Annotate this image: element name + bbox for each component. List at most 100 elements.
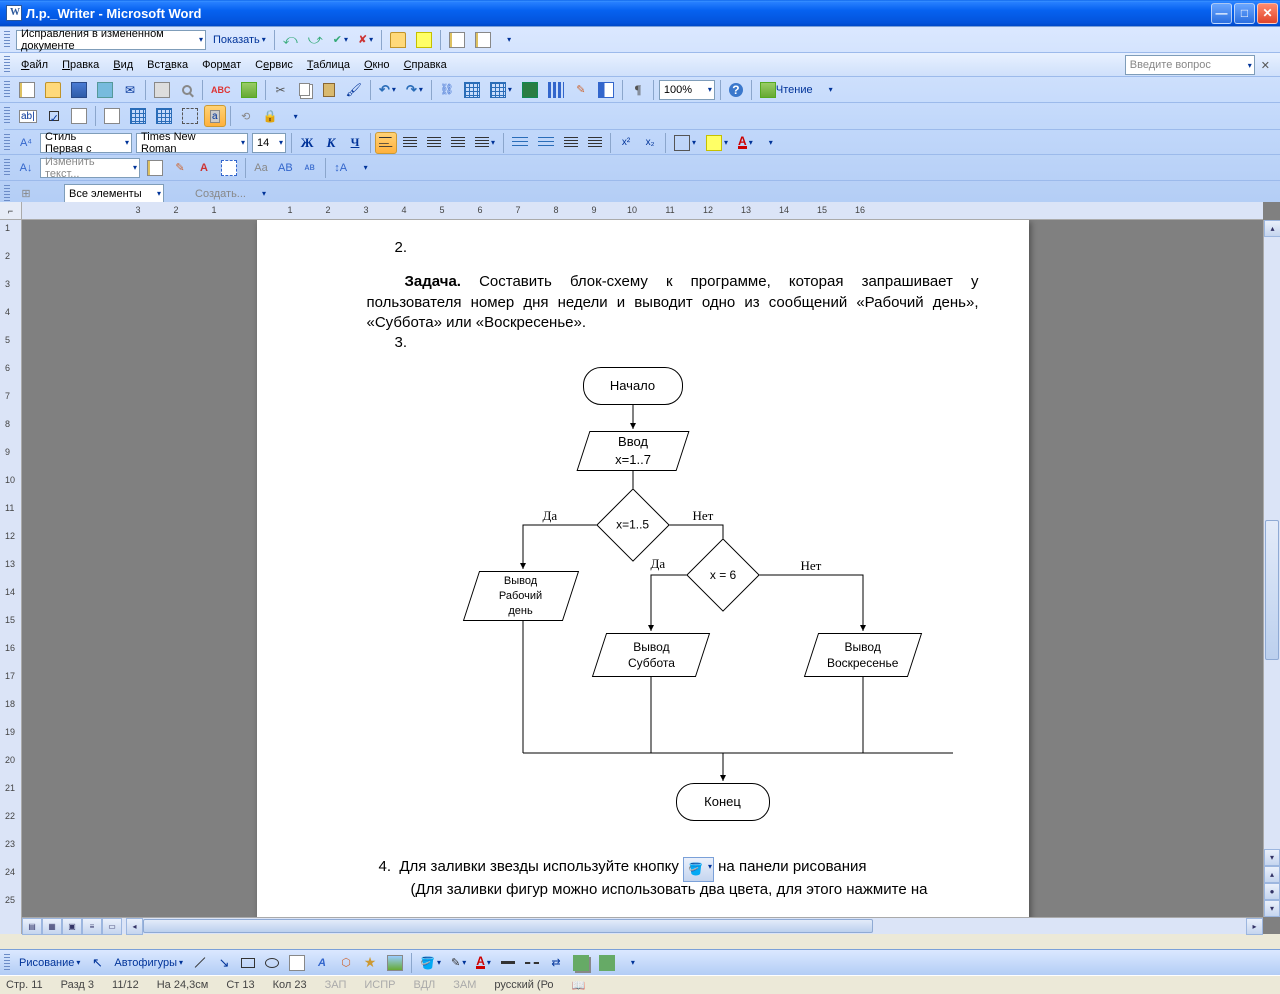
- ruler-corner-button[interactable]: ⌐: [0, 202, 22, 220]
- scroll-down-button[interactable]: ▾: [1264, 849, 1280, 866]
- styles-options-button[interactable]: [354, 157, 376, 179]
- ruler-horizontal[interactable]: 32112345678910111213141516: [22, 202, 1263, 220]
- new-style-button[interactable]: ✎: [169, 157, 191, 179]
- grip-icon[interactable]: [4, 31, 10, 49]
- email-button[interactable]: ✉: [119, 79, 141, 101]
- format-painter-button[interactable]: 🖌: [342, 79, 367, 101]
- numbered-list-button[interactable]: [508, 132, 532, 154]
- insert-table-button[interactable]: [486, 79, 516, 101]
- draw-table-button[interactable]: [126, 105, 150, 127]
- arrow-style-button[interactable]: ⇄: [545, 952, 567, 974]
- align-left-button[interactable]: [375, 132, 397, 154]
- status-vdl[interactable]: ВДЛ: [413, 979, 435, 991]
- checkbox-form-button[interactable]: ✓: [43, 105, 65, 127]
- rectangle-button[interactable]: [237, 952, 259, 974]
- track-changes-button[interactable]: [445, 29, 469, 51]
- 3d-button[interactable]: [595, 952, 619, 974]
- increase-indent-button[interactable]: [584, 132, 606, 154]
- superscript-button[interactable]: x²: [615, 132, 637, 154]
- scrollbar-horizontal[interactable]: ▤ ▦ ▣ ≡ ▭ ◂ ▸: [22, 917, 1263, 934]
- ruler-vertical[interactable]: 1234567891011121314151617181920212223242…: [0, 220, 22, 934]
- font-combo[interactable]: Times New Roman: [136, 133, 248, 153]
- view-outline-button[interactable]: ≡: [82, 918, 102, 935]
- research-button[interactable]: [237, 79, 261, 101]
- insert-frame-button[interactable]: [178, 105, 202, 127]
- drawing-menu-button[interactable]: Рисование: [15, 952, 84, 974]
- drawing-button[interactable]: ✎: [570, 79, 592, 101]
- status-ispr[interactable]: ИСПР: [364, 979, 395, 991]
- dash-style-button[interactable]: [521, 952, 543, 974]
- save-button[interactable]: [67, 79, 91, 101]
- next-page-button[interactable]: ▾: [1264, 900, 1280, 917]
- print-button[interactable]: [150, 79, 174, 101]
- grip-icon[interactable]: [4, 159, 10, 177]
- insert-excel-button[interactable]: [518, 79, 542, 101]
- view-normal-button[interactable]: ▤: [22, 918, 42, 935]
- paste-button[interactable]: [318, 79, 340, 101]
- help-button[interactable]: ?: [725, 79, 747, 101]
- doc-map-button[interactable]: [594, 79, 618, 101]
- show-marks-button[interactable]: ¶: [627, 79, 649, 101]
- wordart-button[interactable]: A: [311, 952, 333, 974]
- modify-text-combo[interactable]: Изменить текст...: [40, 158, 140, 178]
- redo-button[interactable]: ↷: [402, 79, 427, 101]
- menu-file[interactable]: Файл: [14, 56, 55, 74]
- insert-table2-button[interactable]: [152, 105, 176, 127]
- fill-color-button[interactable]: 🪣: [416, 952, 445, 974]
- fontsize-combo[interactable]: 14: [252, 133, 286, 153]
- columns-button[interactable]: [544, 79, 568, 101]
- help-search-combo[interactable]: Введите вопрос: [1125, 55, 1255, 75]
- scroll-left-button[interactable]: ◂: [126, 918, 143, 935]
- prev-change-button[interactable]: ⤺: [279, 29, 302, 51]
- dropdown-form-button[interactable]: [67, 105, 91, 127]
- document-viewport[interactable]: 2. Задача. Составить блок-схему к програ…: [22, 220, 1263, 917]
- status-zam[interactable]: ЗАМ: [453, 979, 476, 991]
- minimize-button[interactable]: —: [1211, 3, 1232, 24]
- insert-comment-button[interactable]: [386, 29, 410, 51]
- char-case-button[interactable]: Aa: [250, 157, 272, 179]
- borders-button[interactable]: [670, 132, 700, 154]
- apply-style-button[interactable]: [143, 157, 167, 179]
- reading-layout-button[interactable]: Чтение: [756, 79, 817, 101]
- highlight-button[interactable]: [412, 29, 436, 51]
- menu-view[interactable]: Вид: [106, 56, 140, 74]
- scroll-thumb-h[interactable]: [143, 919, 873, 933]
- print-preview-button[interactable]: [176, 79, 198, 101]
- prev-page-button[interactable]: ▴: [1264, 866, 1280, 883]
- shadow-button[interactable]: [569, 952, 593, 974]
- reset-form-button[interactable]: ⟲: [235, 105, 257, 127]
- text-form-button[interactable]: ab|: [15, 105, 41, 127]
- cut-button[interactable]: ✂: [270, 79, 292, 101]
- align-right-button[interactable]: [423, 132, 445, 154]
- modify-style-button[interactable]: A↓: [15, 157, 37, 179]
- grip-icon[interactable]: [4, 185, 10, 203]
- all-caps-button[interactable]: AB: [274, 157, 297, 179]
- forms-options-button[interactable]: [284, 105, 306, 127]
- view-reading-button[interactable]: ▭: [102, 918, 122, 935]
- line-button[interactable]: [189, 952, 211, 974]
- copy-button[interactable]: [294, 79, 316, 101]
- display-for-review-combo[interactable]: Исправления в измененном документе: [16, 30, 206, 50]
- spacing-button[interactable]: ↕A: [330, 157, 352, 179]
- menu-format[interactable]: Формат: [195, 56, 248, 74]
- scroll-up-button[interactable]: ▴: [1264, 220, 1280, 237]
- new-doc-button[interactable]: [15, 79, 39, 101]
- reject-change-button[interactable]: ✘: [354, 29, 377, 51]
- next-change-button[interactable]: ⤻: [304, 29, 327, 51]
- oval-button[interactable]: [261, 952, 283, 974]
- line-style-button[interactable]: [497, 952, 519, 974]
- permission-button[interactable]: [93, 79, 117, 101]
- grip-icon[interactable]: [4, 81, 10, 99]
- reviewing-options-button[interactable]: [497, 29, 519, 51]
- line-color-button[interactable]: ✎: [447, 952, 470, 974]
- format-options-button[interactable]: [759, 132, 781, 154]
- menu-window[interactable]: Окно: [357, 56, 397, 74]
- status-zap[interactable]: ЗАП: [325, 979, 347, 991]
- form-shading-button[interactable]: a: [204, 105, 226, 127]
- font-color2-button[interactable]: A: [472, 952, 495, 974]
- clipart-button[interactable]: ★: [359, 952, 381, 974]
- align-justify-button[interactable]: [447, 132, 469, 154]
- menu-tools[interactable]: Сервис: [248, 56, 300, 74]
- status-lang[interactable]: русский (Ро: [494, 979, 553, 991]
- open-button[interactable]: [41, 79, 65, 101]
